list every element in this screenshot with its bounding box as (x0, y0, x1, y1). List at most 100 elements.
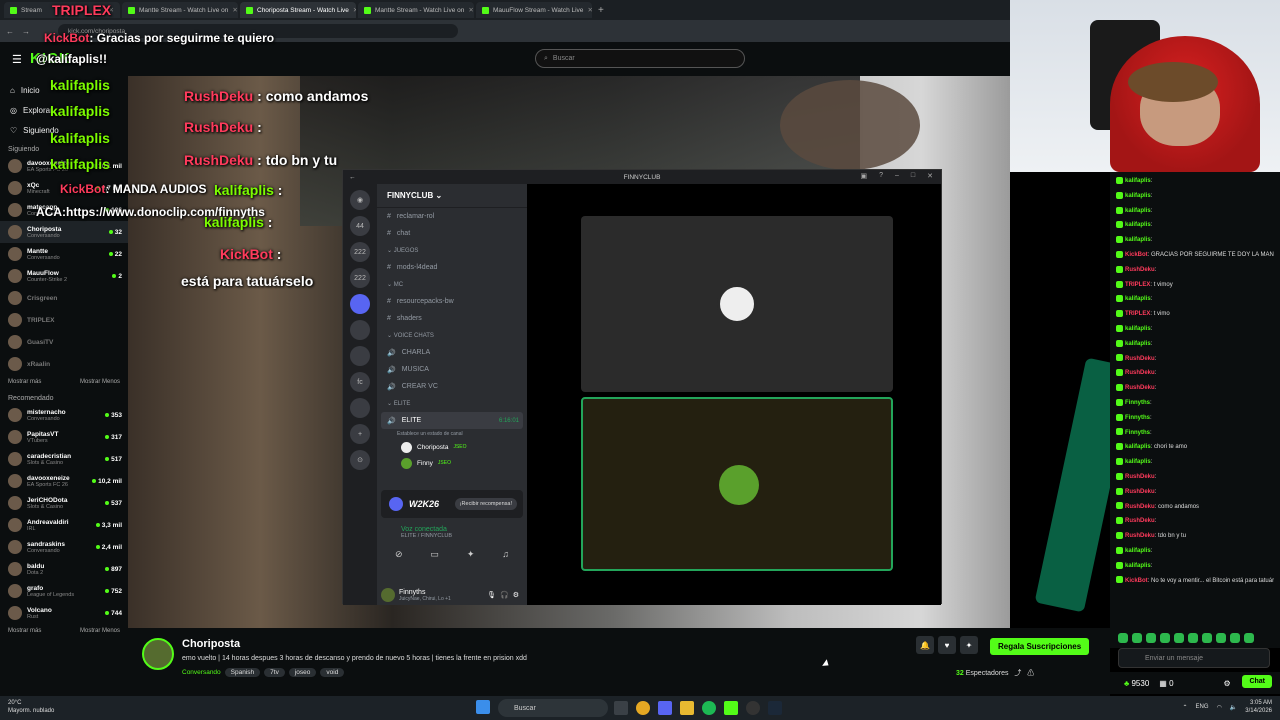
chat-username[interactable]: RushDeku (1125, 474, 1155, 480)
voice-user[interactable]: Finny JSEO (377, 455, 527, 471)
chat-username[interactable]: KickBot (1125, 252, 1148, 258)
chat-username[interactable]: TRIPLEX (1125, 282, 1150, 288)
chat-input[interactable]: Enviar un mensaje (1118, 648, 1270, 668)
headphones-icon[interactable]: 🎧 (500, 591, 509, 599)
sidebar-channel[interactable]: grafo League of Legends 752 (0, 580, 128, 602)
bell-icon[interactable]: 🔔 (916, 636, 934, 654)
gift-subscriptions-button[interactable]: Regala Suscripciones (990, 638, 1090, 655)
chat-username[interactable]: kalifaplis (1125, 459, 1151, 465)
chat-message[interactable]: kalifaplis: (1116, 218, 1274, 233)
tray-arrow-icon[interactable]: ⌃ (1183, 704, 1188, 711)
voice-channel[interactable]: 🔊 MUSICA (377, 361, 527, 378)
show-less-button[interactable]: Mostrar Menos (80, 628, 120, 634)
taskbar-search[interactable]: Buscar (498, 699, 608, 717)
screen-share-icon[interactable]: ▭ (430, 549, 439, 560)
sidebar-channel[interactable]: Choriposta Conversando 32 (0, 221, 128, 243)
search-input[interactable]: ⌕ Buscar (535, 49, 745, 68)
chat-message[interactable]: Finnyths: (1116, 396, 1274, 411)
chrome-icon[interactable] (636, 701, 650, 715)
discord-icon[interactable] (658, 701, 672, 715)
weather-widget[interactable]: 20°C Mayorm. nublado (8, 699, 54, 715)
sidebar-channel[interactable]: GuasiTV (0, 331, 128, 353)
report-icon[interactable]: ⚠ (1027, 670, 1034, 677)
volume-icon[interactable]: 🔈 (1230, 704, 1237, 711)
close-tab-icon[interactable]: ✕ (587, 6, 592, 14)
voice-channel-elite[interactable]: 🔊 ELITE 6:16:01 (381, 412, 523, 429)
forward-icon[interactable]: → (22, 27, 30, 36)
sidebar-channel[interactable]: caradecristian Slots & Casino 517 (0, 448, 128, 470)
chat-username[interactable]: kalifaplis (1125, 193, 1151, 199)
voice-channel[interactable]: 🔊 CREAR VC (377, 378, 527, 395)
browser-tab[interactable]: Mantte Stream - Watch Live on ✕ (122, 2, 238, 18)
settings-icon[interactable]: ⚙ (513, 591, 519, 599)
chat-message[interactable]: KickBot: No te voy a mentir... el Bitcoi… (1116, 574, 1274, 589)
chat-message[interactable]: kalifaplis: (1116, 559, 1274, 574)
sidebar-channel[interactable]: Mantte Conversando 22 (0, 243, 128, 265)
server-icon[interactable]: fc (350, 372, 370, 392)
maximize-icon[interactable]: □ (911, 172, 915, 180)
close-tab-icon[interactable]: ✕ (353, 6, 356, 14)
settings-icon[interactable]: ⚙ (1224, 679, 1231, 688)
chat-username[interactable]: RushDeku (1125, 533, 1155, 539)
activities-icon[interactable]: ✦ (467, 549, 475, 560)
avatar[interactable] (381, 588, 395, 602)
chat-username[interactable]: kalifaplis (1125, 296, 1151, 302)
server-icon[interactable]: 222 (350, 268, 370, 288)
sidebar-channel[interactable]: Andreavaldiri IRL 3,3 mil (0, 514, 128, 536)
tag[interactable]: void (320, 668, 345, 677)
chat-username[interactable]: kalifaplis (1125, 208, 1151, 214)
spotify-icon[interactable] (702, 701, 716, 715)
text-channel[interactable]: # shaders (377, 310, 527, 327)
sidebar-channel[interactable]: sandraskins Conversando 2,4 mil (0, 536, 128, 558)
server-icon[interactable] (350, 294, 370, 314)
chat-message[interactable]: TRIPLEX: t vimoy (1116, 278, 1274, 293)
wifi-icon[interactable]: ◠ (1217, 704, 1222, 711)
gift-icon[interactable]: ▦ 0 (1159, 679, 1173, 688)
chat-message[interactable]: kalifaplis: chori te amo (1116, 440, 1274, 455)
file-explorer-icon[interactable] (680, 701, 694, 715)
mic-icon[interactable]: 🎙 (487, 591, 496, 599)
add-server-icon[interactable]: + (350, 424, 370, 444)
participant-tile-speaking[interactable] (581, 397, 893, 571)
chat-message[interactable]: RushDeku: (1116, 366, 1274, 381)
server-icon[interactable] (350, 320, 370, 340)
server-icon[interactable]: 222 (350, 242, 370, 262)
chat-message[interactable]: RushDeku: (1116, 485, 1274, 500)
sidebar-channel[interactable]: TRIPLEX (0, 309, 128, 331)
browser-tab[interactable]: MauuFlow Stream - Watch Live ✕ (476, 2, 592, 18)
tag[interactable]: Spanish (224, 668, 261, 677)
back-icon[interactable]: ← (349, 174, 356, 181)
voice-user[interactable]: Choriposta JSEO (377, 439, 527, 455)
camera-off-icon[interactable]: ⊘ (395, 549, 403, 560)
tag[interactable]: joseo (288, 668, 317, 677)
text-channel[interactable]: # mods-l4dead (377, 259, 527, 276)
emote-icon[interactable] (1160, 633, 1170, 643)
text-channel[interactable]: # chat (377, 225, 527, 242)
browser-tab[interactable]: Mantte Stream - Watch Live on ✕ (358, 2, 474, 18)
minimize-icon[interactable]: – (895, 172, 899, 180)
inbox-icon[interactable]: ▣ (860, 172, 867, 180)
help-icon[interactable]: ? (879, 172, 883, 180)
voice-channel[interactable]: 🔊 CHARLA (377, 344, 527, 361)
emote-icon[interactable] (1216, 633, 1226, 643)
clock[interactable]: 3:05 AM 3/14/2026 (1245, 699, 1272, 715)
chat-username[interactable]: RushDeku (1125, 385, 1155, 391)
emote-icon[interactable] (1188, 633, 1198, 643)
chat-username[interactable]: RushDeku (1125, 267, 1155, 273)
chat-username[interactable]: kalifaplis (1125, 326, 1151, 332)
chat-message[interactable]: kalifaplis: (1116, 204, 1274, 219)
emote-icon[interactable] (1118, 633, 1128, 643)
start-icon[interactable] (476, 700, 490, 714)
text-channel[interactable]: # resourcepacks-bw (377, 293, 527, 310)
chat-message[interactable]: kalifaplis: (1116, 233, 1274, 248)
chat-message[interactable]: RushDeku: (1116, 263, 1274, 278)
chat-message[interactable]: TRIPLEX: t vimo (1116, 307, 1274, 322)
show-more-button[interactable]: Mostrar más (8, 628, 41, 634)
channel-category[interactable]: ⌄ VOICE CHATS (377, 327, 527, 344)
sidebar-channel[interactable]: MauuFlow Counter-Strike 2 2 (0, 265, 128, 287)
chat-message[interactable]: RushDeku: como andamos (1116, 500, 1274, 515)
chat-message[interactable]: kalifaplis: (1116, 189, 1274, 204)
new-tab-icon[interactable]: + (598, 5, 604, 16)
follow-heart-icon[interactable]: ♥ (938, 636, 956, 654)
emote-icon[interactable] (1146, 633, 1156, 643)
